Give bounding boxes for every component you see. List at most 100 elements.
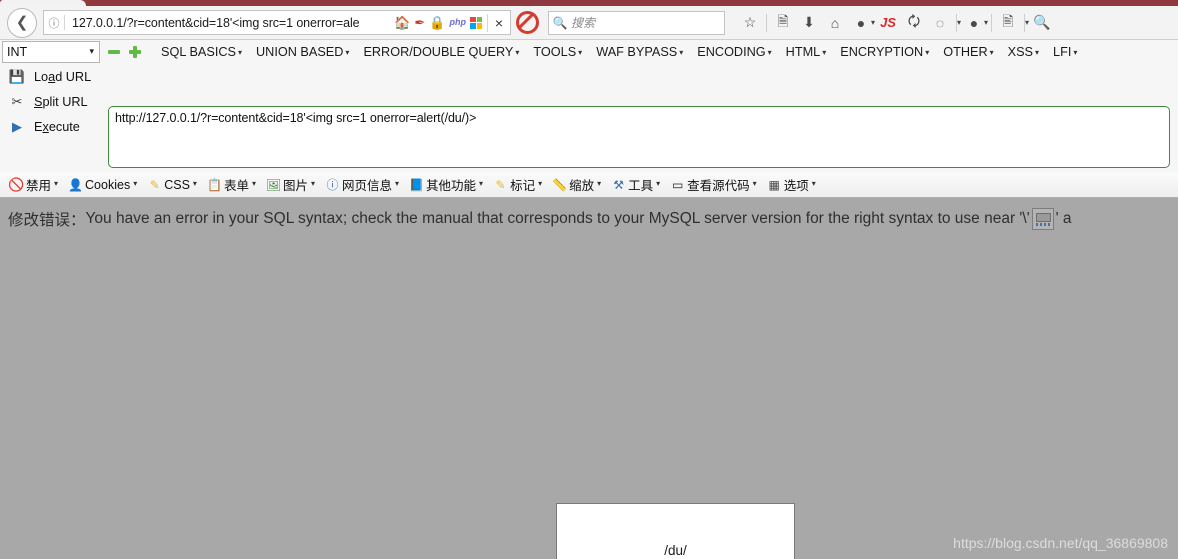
menu-label: TOOLS (533, 44, 577, 59)
caret-icon: ▾ (597, 179, 602, 188)
home-icon[interactable]: ⌂ (822, 10, 848, 36)
toolbar-item-images[interactable]: 🖼 图片 ▾ (261, 175, 320, 194)
search-placeholder: 搜索 (571, 16, 596, 30)
info-circle-icon[interactable]: ⓘ (44, 15, 64, 31)
sql-error-message: 修改错误： You have an error in your SQL synt… (8, 208, 1178, 230)
type-select[interactable]: INT ▾ (2, 40, 100, 63)
caret-icon: ▾ (538, 179, 543, 188)
search-input[interactable]: 🔍 搜索 (548, 10, 725, 35)
dev-toolbar: 🚫 禁用 ▾ 👤 Cookies ▾ ✎ CSS ▾ 📋 表单 ▾ 🖼 图片 ▾ ⓘ 网页信息 ▾ 📘 其… (0, 172, 1178, 198)
minus-icon[interactable] (107, 45, 121, 59)
info-icon: ⓘ (326, 178, 339, 192)
toolbar-item-label: 缩放 (569, 179, 595, 193)
windows-icon[interactable] (470, 16, 482, 29)
toolbar-item-tools[interactable]: ⚒ 工具 ▾ (606, 175, 665, 194)
toolbar-item-forms[interactable]: 📋 表单 ▾ (202, 175, 261, 194)
caret-icon: ▾ (656, 179, 661, 188)
menu-label: ENCODING (697, 44, 766, 59)
browser-nav-toolbar: ❮ ⓘ 127.0.0.1/?r=content&cid=18'<img src… (0, 6, 1178, 40)
caret-icon: ▾ (679, 47, 684, 57)
address-bar-value[interactable]: 127.0.0.1/?r=content&cid=18'<img src=1 o… (65, 16, 389, 30)
toolbar-item-page-info[interactable]: ⓘ 网页信息 ▾ (320, 175, 404, 194)
toolbar-item-disable[interactable]: 🚫 禁用 ▾ (4, 175, 63, 194)
caret-icon: ▾ (767, 47, 772, 57)
toolbar-item-label: Cookies (85, 177, 131, 192)
caret-icon: ▾ (345, 47, 350, 57)
execute-button[interactable]: ▶ Execute (0, 114, 100, 139)
menu-label: LFI (1053, 44, 1072, 59)
library-icon[interactable]: 🗎 (770, 10, 796, 36)
caret-icon: ▾ (1035, 47, 1040, 57)
toolbar-item-label: 禁用 (26, 179, 52, 193)
url-textarea[interactable]: http://127.0.0.1/?r=content&cid=18'<img … (108, 106, 1170, 168)
execute-label: Execute (34, 119, 80, 134)
caret-icon: ▾ (515, 47, 520, 57)
toolbar-item-label: 图片 (282, 179, 308, 193)
back-arrow-icon[interactable]: ❮ (7, 7, 37, 38)
menu-tools[interactable]: TOOLS ▾ (526, 45, 589, 59)
menu-lfi[interactable]: LFI ▾ (1046, 45, 1084, 59)
load-url-button[interactable]: 💾 Load URL (0, 64, 100, 89)
caret-icon: ▾ (989, 47, 994, 57)
menu-other[interactable]: OTHER ▾ (936, 45, 1000, 59)
stop-close-icon[interactable]: × (488, 15, 510, 31)
divider (766, 13, 767, 32)
address-bar-inline-icons: 🏠 ✒ 🔒 php (389, 16, 487, 29)
palette-icon[interactable]: ◌ (927, 10, 953, 36)
menu-label: HTML (785, 44, 821, 59)
feather-icon[interactable]: ✒ (414, 16, 425, 29)
star-icon[interactable]: ☆ (737, 10, 763, 36)
download-icon[interactable]: ⬇ (796, 10, 822, 36)
caret-icon: ▾ (251, 179, 256, 188)
toolbar-item-label: 选项 (783, 179, 809, 193)
toolbar-item-label: CSS (164, 177, 190, 192)
alert-dialog: /du/ 确定 (556, 503, 795, 559)
menu-error-double-query[interactable]: ERROR/DOUBLE QUERY ▾ (356, 45, 526, 59)
lock-icon[interactable]: 🔒 (429, 16, 445, 29)
caret-icon: ▾ (395, 179, 400, 188)
error-text: You have an error in your SQL syntax; ch… (85, 210, 1030, 227)
menu-encryption[interactable]: ENCRYPTION ▾ (833, 45, 936, 59)
translate-icon[interactable]: 🗘 (901, 10, 927, 36)
menu-xss[interactable]: XSS ▾ (1001, 45, 1046, 59)
address-bar[interactable]: ⓘ 127.0.0.1/?r=content&cid=18'<img src=1… (43, 10, 511, 35)
menu-waf-bypass[interactable]: WAF BYPASS ▾ (589, 45, 690, 59)
toolbar-item-misc[interactable]: 📘 其他功能 ▾ (404, 175, 488, 194)
toolbar-item-css[interactable]: ✎ CSS ▾ (142, 177, 202, 192)
scissors-icon: ✂ (11, 93, 23, 109)
toolbar-item-options[interactable]: ▦ 选项 ▾ (762, 175, 821, 194)
play-icon: ▶ (12, 118, 22, 134)
hackbar-menu-row: INT ▾ SQL BASICS ▾ UNION BASED ▾ ERROR/DOU… (0, 40, 1178, 63)
toolbar-item-label: 工具 (628, 179, 654, 193)
page-icon[interactable]: 🖹 (995, 10, 1021, 36)
book-icon: 📘 (409, 177, 424, 192)
clipboard-icon: 📋 (206, 177, 222, 192)
options-icon: ▦ (768, 177, 780, 192)
menu-union-based[interactable]: UNION BASED ▾ (249, 45, 356, 59)
magnifier-icon[interactable]: 🔍 (1029, 10, 1055, 36)
caret-icon: ▾ (578, 47, 583, 57)
menu-sql-basics[interactable]: SQL BASICS ▾ (154, 45, 249, 59)
php-icon[interactable]: php (450, 18, 467, 27)
toolbar-item-cookies[interactable]: 👤 Cookies ▾ (63, 177, 142, 192)
js-icon[interactable]: JS (875, 10, 901, 36)
broken-image-icon (1031, 208, 1054, 230)
menu-encoding[interactable]: ENCODING ▾ (690, 45, 778, 59)
caret-icon: ▾ (822, 47, 827, 57)
toolbar-item-view-source[interactable]: ▭ 查看源代码 ▾ (665, 175, 762, 194)
error-suffix: ' a (1055, 210, 1072, 227)
tools-icon: ⚒ (613, 177, 624, 192)
hackbar-panel: INT ▾ SQL BASICS ▾ UNION BASED ▾ ERROR/DOU… (0, 40, 1178, 212)
chevron-down-icon[interactable]: ▾ (984, 18, 988, 27)
browser-toolbar-icons: ☆ 🗎 ⬇ ⌂ ● ▾ JS 🗘 ◌ ▾ ● ▾ 🖹 ▾ 🔍 (737, 10, 1055, 36)
split-url-button[interactable]: ✂ Split URL (0, 89, 100, 114)
toolbar-item-outline[interactable]: ✎ 标记 ▾ (488, 175, 547, 194)
menu-html[interactable]: HTML ▾ (779, 45, 834, 59)
home-icon[interactable]: 🏠 (394, 16, 410, 29)
toolbar-item-resize[interactable]: 📏 缩放 ▾ (547, 175, 606, 194)
no-entry-icon[interactable] (516, 11, 539, 34)
browser-window: ❮ ⓘ 127.0.0.1/?r=content&cid=18'<img src… (0, 0, 1178, 559)
plus-icon[interactable] (128, 45, 142, 59)
toolbar-item-label: 标记 (510, 179, 536, 193)
menu-label: ERROR/DOUBLE QUERY (363, 44, 514, 59)
